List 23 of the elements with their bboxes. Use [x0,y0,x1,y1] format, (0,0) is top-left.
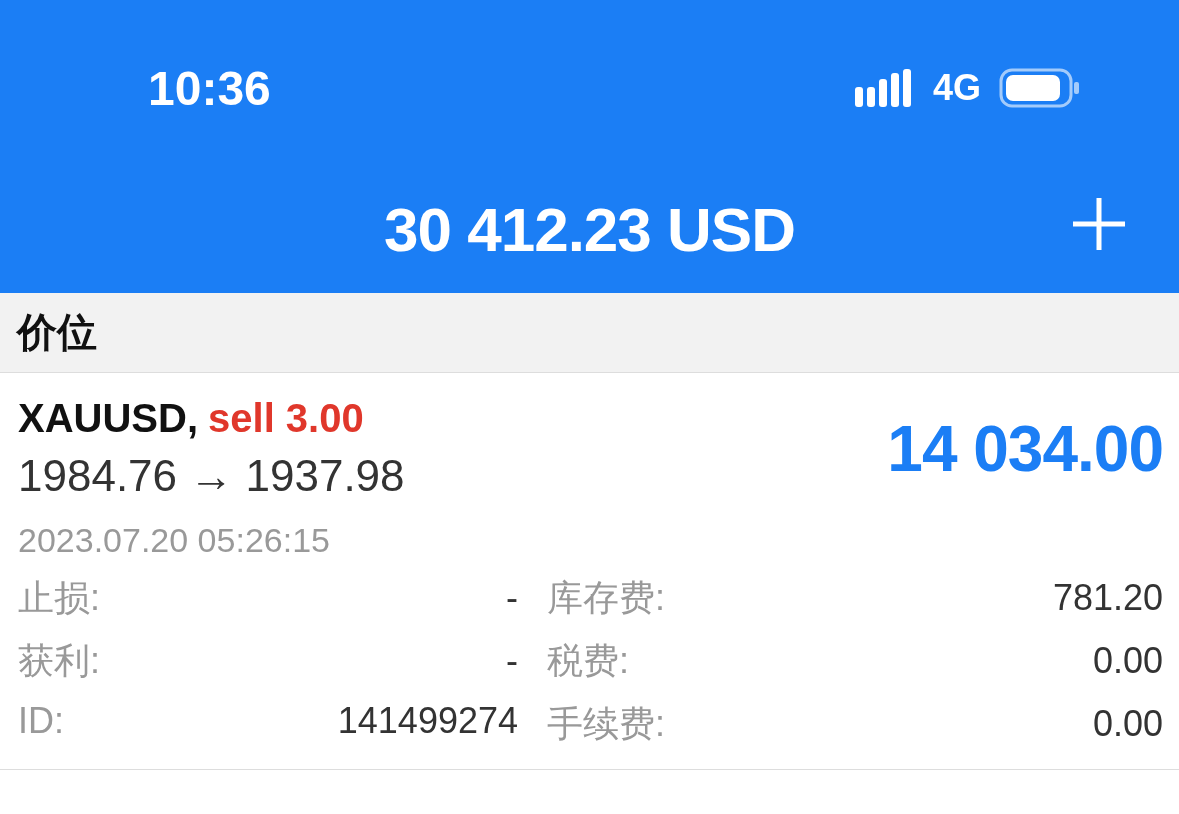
detail-value: - [506,640,518,682]
detail-value: - [506,577,518,619]
open-time: 2023.07.20 05:26:15 [18,521,331,560]
trade-side: sell 3.00 [208,396,364,441]
account-balance: 30 412.23 USD [384,194,795,265]
section-title: 价位 [17,309,97,356]
network-label: 4G [932,67,981,109]
battery-icon [999,68,1081,108]
detail-label: 手续费: [547,702,665,746]
detail-label: 止损: [18,576,100,620]
detail-label: ID: [18,700,64,742]
price-change: 1984.76 → 1937.98 [18,451,405,501]
detail-label: 库存费: [547,576,665,620]
detail-value: 781.20 [1052,577,1163,619]
detail-value: 0.00 [1092,640,1163,682]
clock-time: 10:36 [148,60,271,116]
detail-value: 0.00 [1092,703,1163,745]
profit-value: 14 034.00 [887,411,1163,486]
add-icon[interactable] [1071,196,1127,252]
detail-label: 获利: [18,639,100,683]
detail-label: 税费: [547,639,629,683]
symbol-label: XAUUSD, [18,396,199,441]
detail-value: 141499274 [337,700,518,742]
